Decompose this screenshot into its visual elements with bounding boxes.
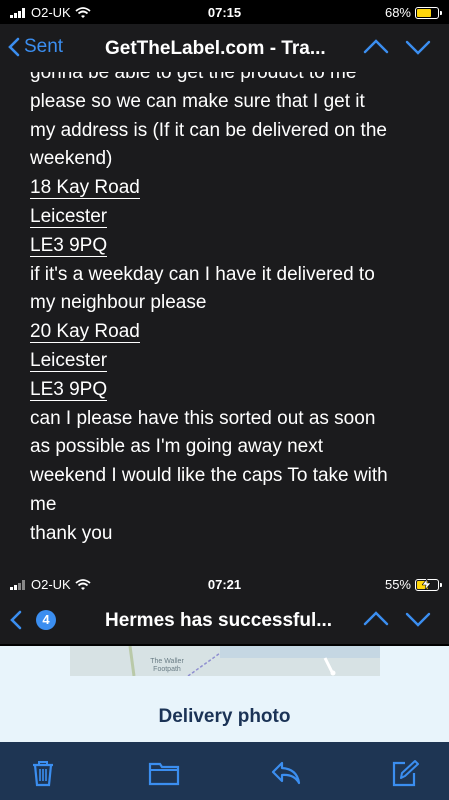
message-line: gonna be able to get the product to me [30, 72, 356, 84]
message-line-text: can I please have this sorted out as soo… [30, 407, 376, 429]
battery: 68% [384, 5, 442, 20]
chevron-up-icon[interactable] [363, 608, 389, 630]
reply-icon[interactable] [270, 759, 302, 787]
message-line[interactable]: LE3 9PQ [30, 234, 108, 257]
badge-count: 4 [42, 612, 50, 627]
message-line-text: thank you [30, 522, 113, 544]
message-line: if it's a weekday can I have it delivere… [30, 264, 375, 286]
message-line[interactable]: Leicester [30, 350, 108, 372]
battery-percent: 55% [384, 577, 411, 592]
message-line-text: LE3 9PQ [30, 378, 108, 401]
message-line[interactable]: 20 Kay Road [30, 321, 140, 344]
message-line: weekend I would like the caps To take wi… [30, 465, 388, 487]
battery-charging-icon [415, 578, 442, 591]
message-line-text: gonna be able to get the product to me [30, 72, 357, 83]
message-line[interactable]: 18 Kay Road [30, 177, 140, 200]
chevron-down-icon[interactable] [405, 608, 431, 630]
status-bar-top: O2-UK 07:15 68% [0, 0, 449, 24]
message-line-text: 18 Kay Road [30, 177, 140, 200]
compose-icon[interactable] [390, 759, 420, 787]
delivery-map[interactable]: The Waller Footpath [70, 646, 380, 676]
map-graphic [70, 646, 380, 676]
message-line: as possible as I'm going away next [30, 436, 323, 458]
message-line-text: LE3 9PQ [30, 234, 108, 257]
message-line-text: Leicester [30, 350, 108, 372]
message-line-text: weekend) [30, 148, 113, 170]
back-label: Sent [24, 36, 64, 57]
message-line-text: 20 Kay Road [30, 321, 140, 344]
map-label: The Waller Footpath [150, 658, 184, 673]
message-body: gonna be able to get the product to me pl… [0, 72, 449, 572]
message-subject: Hermes has successful... [105, 610, 333, 631]
delivery-section: The Waller Footpath Delivery photo [0, 646, 449, 742]
status-bar-bottom: O2-UK 07:21 55% [0, 572, 449, 596]
clock: 07:15 [207, 5, 242, 20]
chevron-down-icon[interactable] [405, 36, 431, 58]
message-line: weekend) [30, 148, 112, 170]
delivery-photo-heading: Delivery photo [158, 706, 291, 727]
back-button[interactable]: Sent [8, 36, 63, 58]
message-line: please so we can make sure that I get it [30, 91, 365, 113]
unread-count-badge[interactable]: 4 [36, 610, 56, 630]
message-line[interactable]: Leicester [30, 206, 108, 228]
battery: 55% [384, 577, 442, 592]
message-line-text: Leicester [30, 206, 108, 228]
battery-percent: 68% [384, 5, 411, 20]
message-line-text: my address is (If it can be delivered on… [30, 119, 387, 141]
chevron-up-icon[interactable] [363, 36, 389, 58]
message-line: me [30, 494, 56, 516]
navbar-message: Sent GetTheLabel.com - Tra... [0, 24, 449, 72]
message-line-text: please so we can make sure that I get it [30, 90, 365, 112]
chevron-left-icon[interactable] [10, 610, 22, 630]
message-line-text: as possible as I'm going away next [30, 436, 324, 458]
message-line: my neighbour please [30, 292, 206, 314]
message-line-text: if it's a weekday can I have it delivere… [30, 263, 375, 285]
chevron-left-icon [8, 37, 20, 57]
message-line-text: my neighbour please [30, 292, 207, 314]
message-line-text: weekend I would like the caps To take wi… [30, 465, 388, 487]
navbar-hermes: 4 Hermes has successful... [0, 596, 449, 644]
folder-icon[interactable] [148, 759, 180, 787]
trash-icon[interactable] [30, 759, 56, 787]
message-line-text: me [30, 494, 57, 515]
message-line[interactable]: LE3 9PQ [30, 378, 108, 401]
battery-icon [415, 6, 442, 19]
message-line: thank you [30, 523, 112, 545]
message-line: my address is (If it can be delivered on… [30, 120, 387, 142]
clock: 07:21 [207, 577, 242, 592]
mail-toolbar [0, 742, 449, 800]
message-subject: GetTheLabel.com - Tra... [105, 38, 326, 59]
message-line: can I please have this sorted out as soo… [30, 408, 375, 430]
